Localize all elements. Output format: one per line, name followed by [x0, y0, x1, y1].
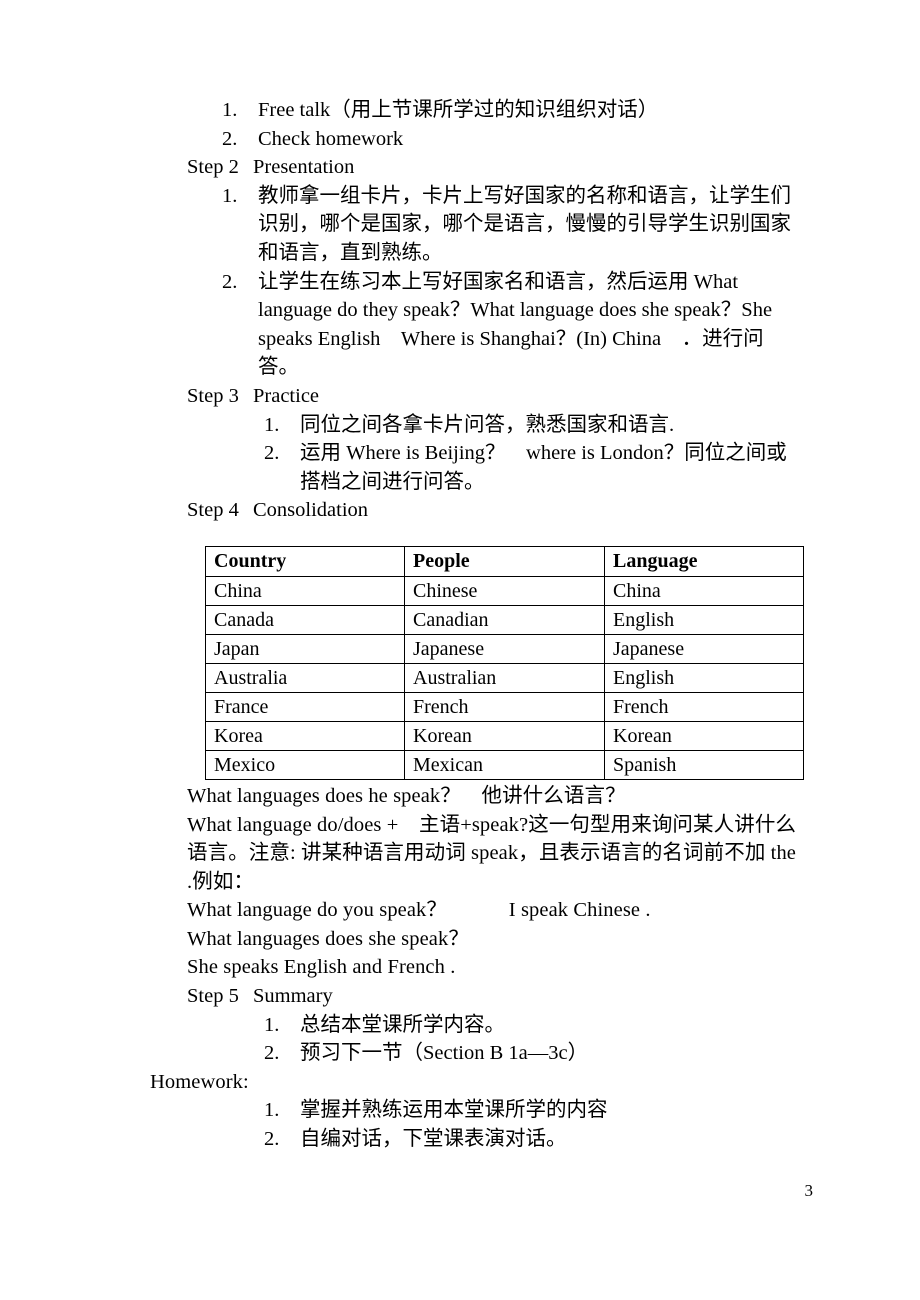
- list-text: 教师拿一组卡片，卡片上写好国家的名称和语言，让学生们识别，哪个是国家，哪个是语言…: [258, 184, 791, 264]
- cell-country: Japan: [205, 634, 405, 664]
- page-number: 3: [804, 1181, 814, 1200]
- column-header-language: Language: [604, 546, 804, 577]
- table-row: Japan Japanese Japanese: [205, 634, 804, 664]
- step-label: Step 4: [187, 499, 239, 522]
- cell-language: Japanese: [604, 634, 804, 664]
- cell-people: Canadian: [404, 605, 605, 635]
- step-title: Consolidation: [253, 499, 369, 522]
- page-content: 1. Free talk（用上节课所学过的知识组织对话） 2. Check ho…: [0, 96, 920, 1154]
- cell-country: France: [205, 692, 405, 722]
- table-row: Mexico Mexican Spanish: [205, 750, 804, 780]
- cell-people: French: [404, 692, 605, 722]
- list-text: 总结本堂课所学内容。: [300, 1013, 505, 1036]
- cell-country: China: [205, 576, 405, 606]
- list-item: 2. 运用 Where is Beijing？ where is London？…: [0, 439, 920, 496]
- step-label: Step 5: [187, 985, 239, 1008]
- cell-country: Mexico: [205, 750, 405, 780]
- table-header-row: Country People Language: [205, 546, 804, 577]
- cell-people: Chinese: [404, 576, 605, 606]
- list-text: 掌握并熟练运用本堂课所学的内容: [300, 1099, 608, 1122]
- note-line: She speaks English and French .: [187, 956, 456, 979]
- table-row: Korea Korean Korean: [205, 721, 804, 751]
- table-row: China Chinese China: [205, 576, 804, 606]
- list-item: 2. 预习下一节（Section B 1a—3c）: [0, 1039, 920, 1068]
- cell-language: China: [604, 576, 804, 606]
- cell-country: Korea: [205, 721, 405, 751]
- list-item: 1. 同位之间各拿卡片问答，熟悉国家和语言.: [0, 411, 920, 440]
- list-marker: 1.: [222, 99, 238, 121]
- table-row: Australia Australian English: [205, 663, 804, 693]
- cell-language: French: [604, 692, 804, 722]
- step-heading-2: Step 2 Presentation: [0, 153, 920, 182]
- cell-country: Australia: [205, 663, 405, 693]
- list-text: Check homework: [258, 127, 404, 150]
- list-text: 让学生在练习本上写好国家名和语言，然后运用 What language do t…: [258, 270, 778, 379]
- list-marker: 2.: [264, 1042, 280, 1065]
- country-language-table: Country People Language China Chinese Ch…: [205, 546, 804, 780]
- list-text: 自编对话，下堂课表演对话。: [300, 1128, 567, 1151]
- list-text: 预习下一节（Section B 1a—3c）: [300, 1042, 589, 1065]
- cell-people: Australian: [404, 663, 605, 693]
- document-page: 1. Free talk（用上节课所学过的知识组织对话） 2. Check ho…: [0, 0, 920, 1300]
- step-title: Presentation: [253, 156, 355, 179]
- list-marker: 2.: [264, 1128, 280, 1151]
- list-text: 运用 Where is Beijing？ where is London？同位之…: [300, 442, 787, 493]
- step-heading-5: Step 5 Summary: [0, 982, 920, 1011]
- list-text: 同位之间各拿卡片问答，熟悉国家和语言.: [300, 413, 675, 436]
- cell-people: Korean: [404, 721, 605, 751]
- step-title: Summary: [253, 985, 333, 1008]
- list-text: Free talk（用上节课所学过的知识组织对话）: [258, 99, 659, 121]
- step-label: Step 2: [187, 156, 239, 179]
- cell-language: Korean: [604, 721, 804, 751]
- note-line: What languages does she speak？: [187, 927, 469, 950]
- column-header-people: People: [404, 546, 605, 577]
- list-marker: 1.: [222, 184, 238, 207]
- note-line: What language do you speak？ I speak Chin…: [187, 899, 651, 922]
- step-label: Step 3: [187, 384, 239, 407]
- list-marker: 1.: [264, 1013, 280, 1036]
- list-marker: 2.: [264, 442, 280, 465]
- cell-language: English: [604, 663, 804, 693]
- step-heading-4: Step 4 Consolidation: [0, 496, 920, 525]
- list-item: 2. 自编对话，下堂课表演对话。: [0, 1125, 920, 1154]
- cell-language: English: [604, 605, 804, 635]
- list-item: 1. 总结本堂课所学内容。: [0, 1011, 920, 1040]
- table-row: Canada Canadian English: [205, 605, 804, 635]
- list-marker: 1.: [264, 1099, 280, 1122]
- list-marker: 2.: [222, 270, 238, 293]
- table-row: France French French: [205, 692, 804, 722]
- homework-heading: Homework:: [150, 1070, 249, 1093]
- list-item: 2. Check homework: [0, 125, 920, 154]
- cell-language: Spanish: [604, 750, 804, 780]
- cell-people: Mexican: [404, 750, 605, 780]
- step-title: Practice: [253, 384, 320, 407]
- note-line: What languages does he speak？ 他讲什么语言？: [187, 784, 626, 807]
- note-line: What language do/does + 主语+speak?这一句型用来询…: [187, 813, 802, 893]
- cell-people: Japanese: [404, 634, 605, 664]
- list-item: 1. 掌握并熟练运用本堂课所学的内容: [0, 1096, 920, 1125]
- list-item: 1. Free talk（用上节课所学过的知识组织对话）: [0, 96, 920, 125]
- cell-country: Canada: [205, 605, 405, 635]
- list-marker: 1.: [264, 413, 280, 436]
- list-item: 1. 教师拿一组卡片，卡片上写好国家的名称和语言，让学生们识别，哪个是国家，哪个…: [0, 182, 920, 268]
- list-marker: 2.: [222, 127, 238, 150]
- step-heading-3: Step 3 Practice: [0, 382, 920, 411]
- list-item: 2. 让学生在练习本上写好国家名和语言，然后运用 What language d…: [0, 268, 920, 382]
- country-language-table-wrapper: Country People Language China Chinese Ch…: [205, 546, 804, 780]
- column-header-country: Country: [205, 546, 405, 577]
